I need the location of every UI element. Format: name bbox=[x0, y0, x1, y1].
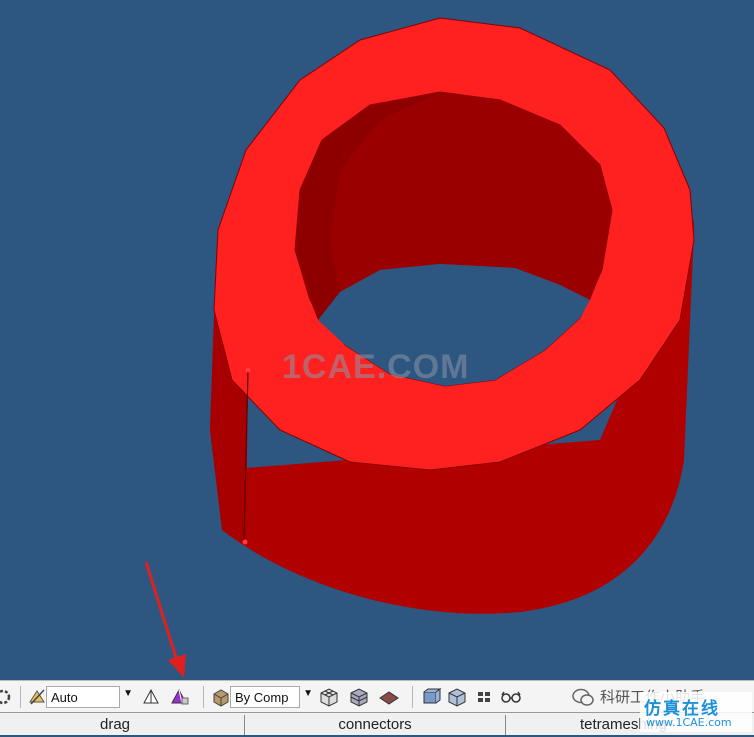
view-glasses-icon[interactable] bbox=[500, 686, 522, 708]
mesh-cube-icon[interactable] bbox=[318, 686, 340, 708]
color-mode-value: By Comp bbox=[235, 689, 289, 705]
seam-node bbox=[242, 539, 248, 545]
toolbar-separator bbox=[20, 686, 21, 708]
seam-node bbox=[245, 367, 251, 373]
tab-connectors[interactable]: connectors bbox=[300, 713, 450, 735]
gear-icon[interactable] bbox=[0, 686, 14, 708]
element-grid-icon[interactable] bbox=[474, 686, 496, 708]
site-logo: 仿真在线 www.1CAE.com bbox=[640, 692, 752, 732]
tab-drag[interactable]: drag bbox=[40, 713, 190, 735]
toolbar-separator bbox=[412, 686, 413, 708]
shaded-elements-icon[interactable] bbox=[168, 686, 190, 708]
chevron-down-icon: ▼ bbox=[303, 688, 313, 699]
tab-divider bbox=[244, 715, 245, 735]
wireframe-shaded-icon[interactable] bbox=[140, 686, 162, 708]
mesh-lines-icon[interactable] bbox=[348, 686, 370, 708]
logo-url: www.1CAE.com bbox=[646, 716, 732, 729]
annotation-arrow bbox=[144, 561, 180, 665]
display-mode-value: Auto bbox=[51, 689, 78, 705]
tube-model bbox=[144, 17, 695, 678]
color-mode-icon bbox=[210, 686, 232, 708]
chevron-down-icon: ▼ bbox=[123, 688, 133, 699]
graphics-viewport[interactable]: 1CAE.COM bbox=[0, 0, 754, 680]
display-mode-select[interactable]: Auto ▼ bbox=[46, 686, 133, 708]
annotation-arrowhead bbox=[168, 654, 186, 678]
surface-plate-icon[interactable] bbox=[378, 686, 400, 708]
display-mode-icon bbox=[26, 686, 48, 708]
toolbar-separator bbox=[203, 686, 204, 708]
solid-cube-icon[interactable] bbox=[446, 686, 468, 708]
transparency-icon[interactable] bbox=[420, 686, 442, 708]
color-mode-select[interactable]: By Comp ▼ bbox=[230, 686, 313, 708]
tab-divider bbox=[505, 715, 506, 735]
watermark: 1CAE.COM bbox=[282, 348, 470, 386]
wechat-icon bbox=[572, 688, 594, 706]
